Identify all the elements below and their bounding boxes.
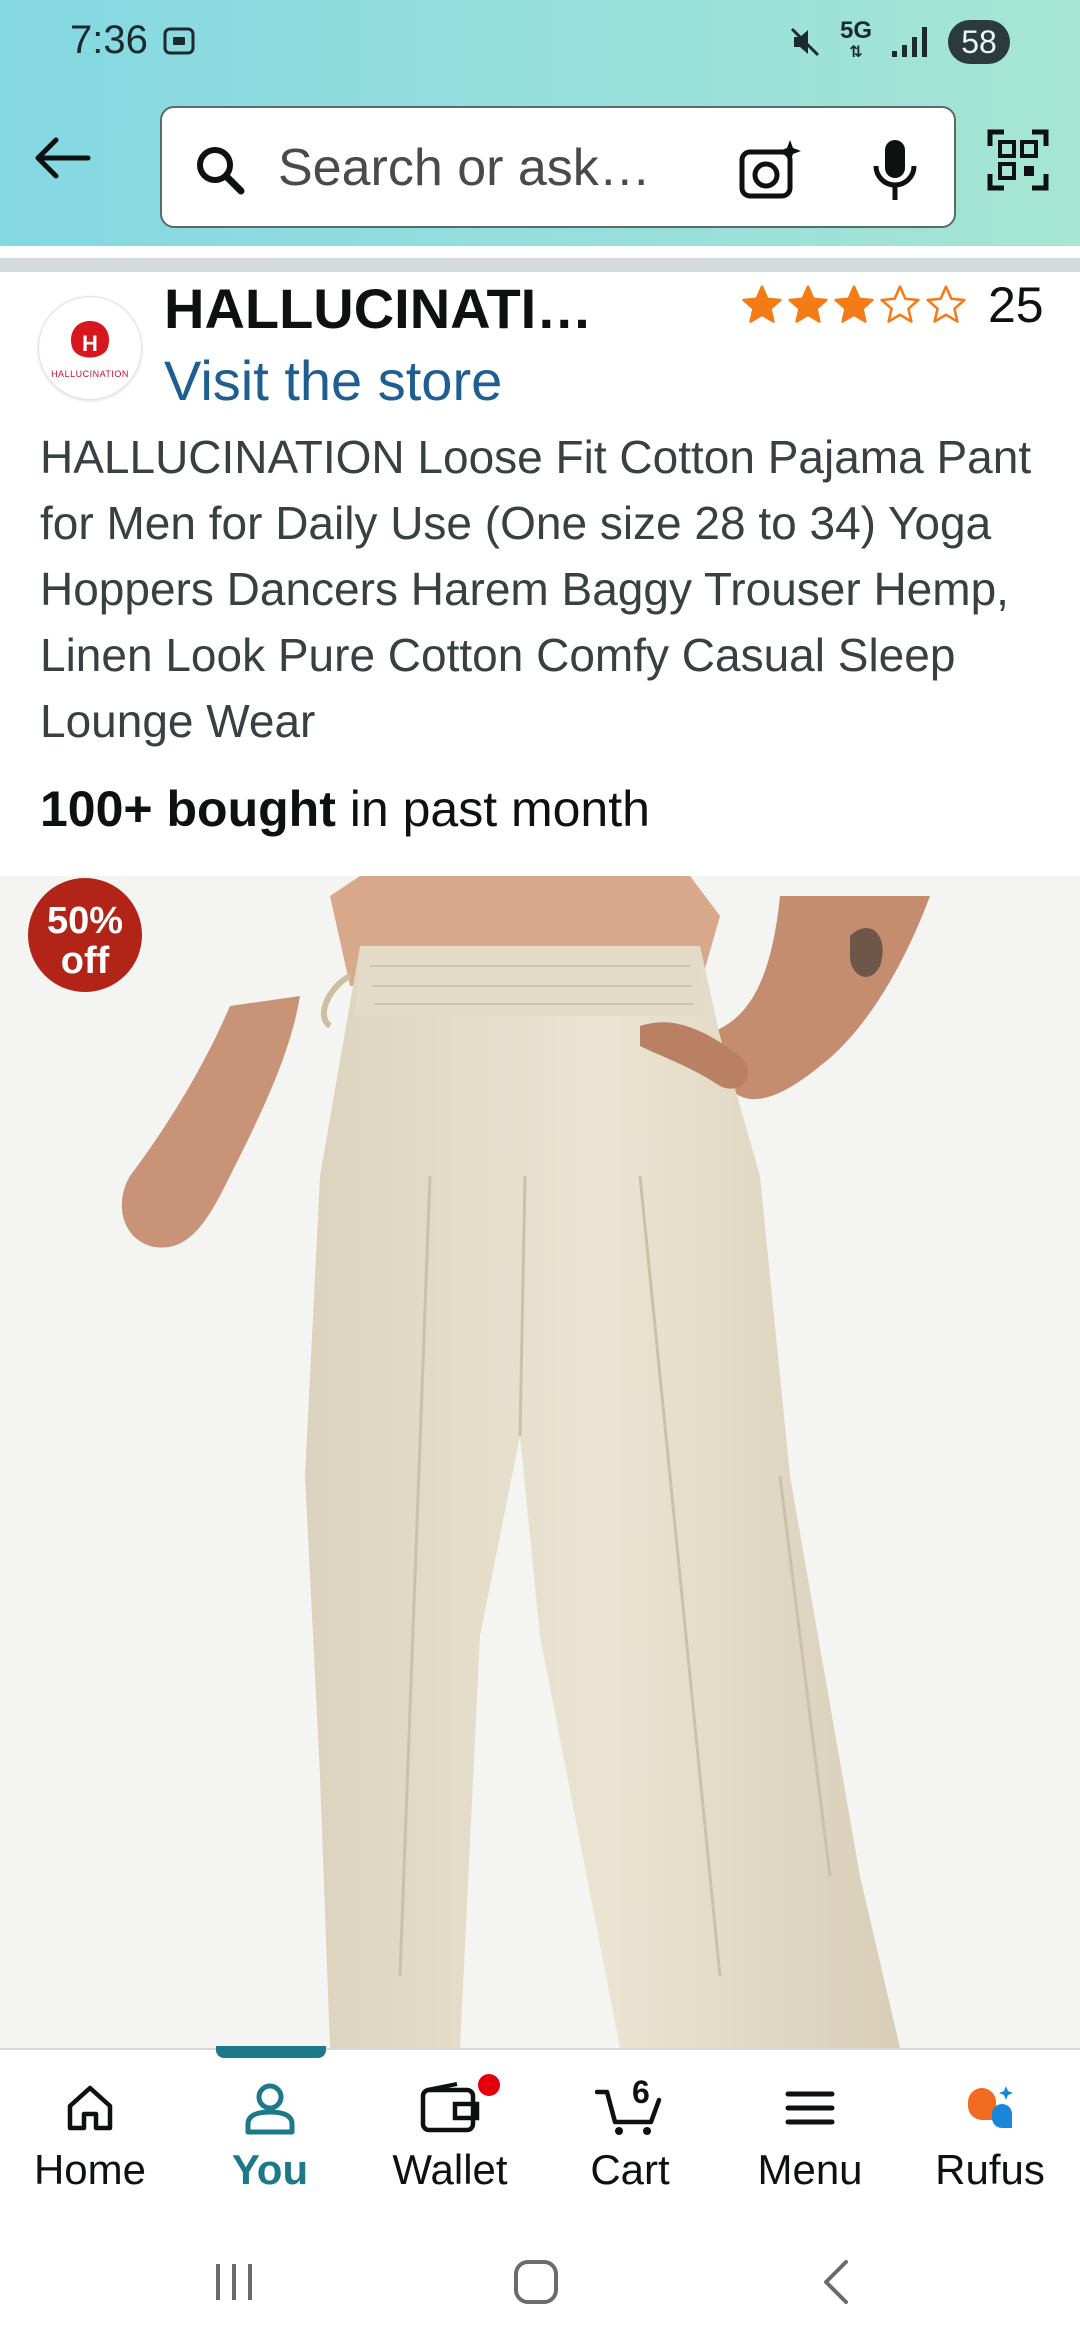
- back-system-icon[interactable]: [810, 2254, 866, 2310]
- home-icon: [67, 2085, 113, 2131]
- header-divider: [0, 258, 1080, 272]
- battery-indicator: 58: [948, 20, 1010, 64]
- visit-store-link[interactable]: Visit the store: [164, 348, 502, 413]
- brand-logo-text: HALLUCINATION: [51, 369, 129, 379]
- star-filled-icon: [834, 285, 874, 323]
- qr-scanner-icon[interactable]: [986, 128, 1050, 192]
- bottom-navigation: Home You Wallet 6 Cart Menu Rufus: [0, 2046, 1080, 2218]
- status-icons: 5G ⇅ 58: [788, 19, 1010, 64]
- system-navigation-bar: [0, 2218, 1080, 2340]
- brand-logo[interactable]: H HALLUCINATION: [38, 296, 142, 400]
- bought-count: 100+ bought: [40, 781, 336, 837]
- nav-menu[interactable]: Menu: [720, 2050, 900, 2218]
- person-icon: [245, 2083, 295, 2135]
- active-tab-indicator: [216, 2046, 326, 2058]
- nav-cart[interactable]: 6 Cart: [540, 2050, 720, 2218]
- status-bar: 7:36 5G ⇅ 58: [0, 0, 1080, 84]
- notification-dot: [478, 2074, 500, 2096]
- mute-icon: [790, 27, 820, 57]
- brand-name[interactable]: HALLUCINATI…: [164, 276, 604, 341]
- product-image[interactable]: [0, 876, 1080, 2048]
- network-type: 5G ⇅: [840, 19, 872, 64]
- star-filled-icon: [788, 285, 828, 323]
- camera-search-icon[interactable]: [736, 136, 804, 204]
- nav-label: Wallet: [392, 2146, 508, 2193]
- rufus-icon: [968, 2086, 1013, 2128]
- discount-off-label: off: [60, 940, 110, 982]
- purchase-stats: 100+ bought in past month: [40, 780, 650, 838]
- brand-logo-mark: H: [70, 321, 110, 358]
- cart-count: 6: [632, 2074, 650, 2110]
- signal-icon: [892, 27, 927, 57]
- star-empty-icon: [880, 285, 920, 323]
- cart-icon: [595, 2089, 662, 2135]
- back-arrow-icon: [35, 137, 91, 179]
- star-empty-icon: [926, 285, 966, 323]
- data-arrows-icon: ⇅: [849, 44, 863, 61]
- microphone-icon[interactable]: [868, 136, 922, 204]
- discount-percent: 50%: [46, 900, 124, 942]
- back-button[interactable]: [30, 126, 94, 190]
- pants-photo: [121, 876, 930, 2048]
- nav-you[interactable]: You: [180, 2046, 360, 2218]
- rating-summary[interactable]: 25: [740, 276, 1044, 334]
- wallet-icon: [420, 2082, 480, 2133]
- discount-badge: 50% off: [28, 878, 142, 992]
- status-time: 7:36: [70, 18, 148, 62]
- nav-label: You: [231, 2146, 309, 2193]
- search-bar[interactable]: [160, 106, 956, 228]
- star-filled-icon: [742, 285, 782, 323]
- nav-wallet[interactable]: Wallet: [360, 2050, 540, 2218]
- recent-apps-icon[interactable]: [206, 2254, 262, 2310]
- rating-count: 25: [988, 277, 1044, 333]
- nav-home[interactable]: Home: [0, 2050, 180, 2218]
- menu-icon: [785, 2091, 835, 2125]
- search-icon: [197, 147, 245, 195]
- nav-label: Rufus: [935, 2146, 1045, 2193]
- nav-label: Home: [33, 2146, 147, 2193]
- screenshot-icon: [163, 27, 195, 55]
- nav-rufus[interactable]: Rufus: [900, 2050, 1080, 2218]
- svg-text:H: H: [82, 331, 98, 356]
- top-header: 7:36 5G ⇅ 58: [0, 0, 1080, 246]
- nav-label: Cart: [590, 2146, 670, 2193]
- bought-period: in past month: [335, 781, 650, 837]
- star-rating: [740, 283, 968, 327]
- nav-label: Menu: [757, 2146, 863, 2193]
- home-system-icon[interactable]: [508, 2254, 564, 2310]
- product-title: HALLUCINATION Loose Fit Cotton Pajama Pa…: [40, 431, 1032, 747]
